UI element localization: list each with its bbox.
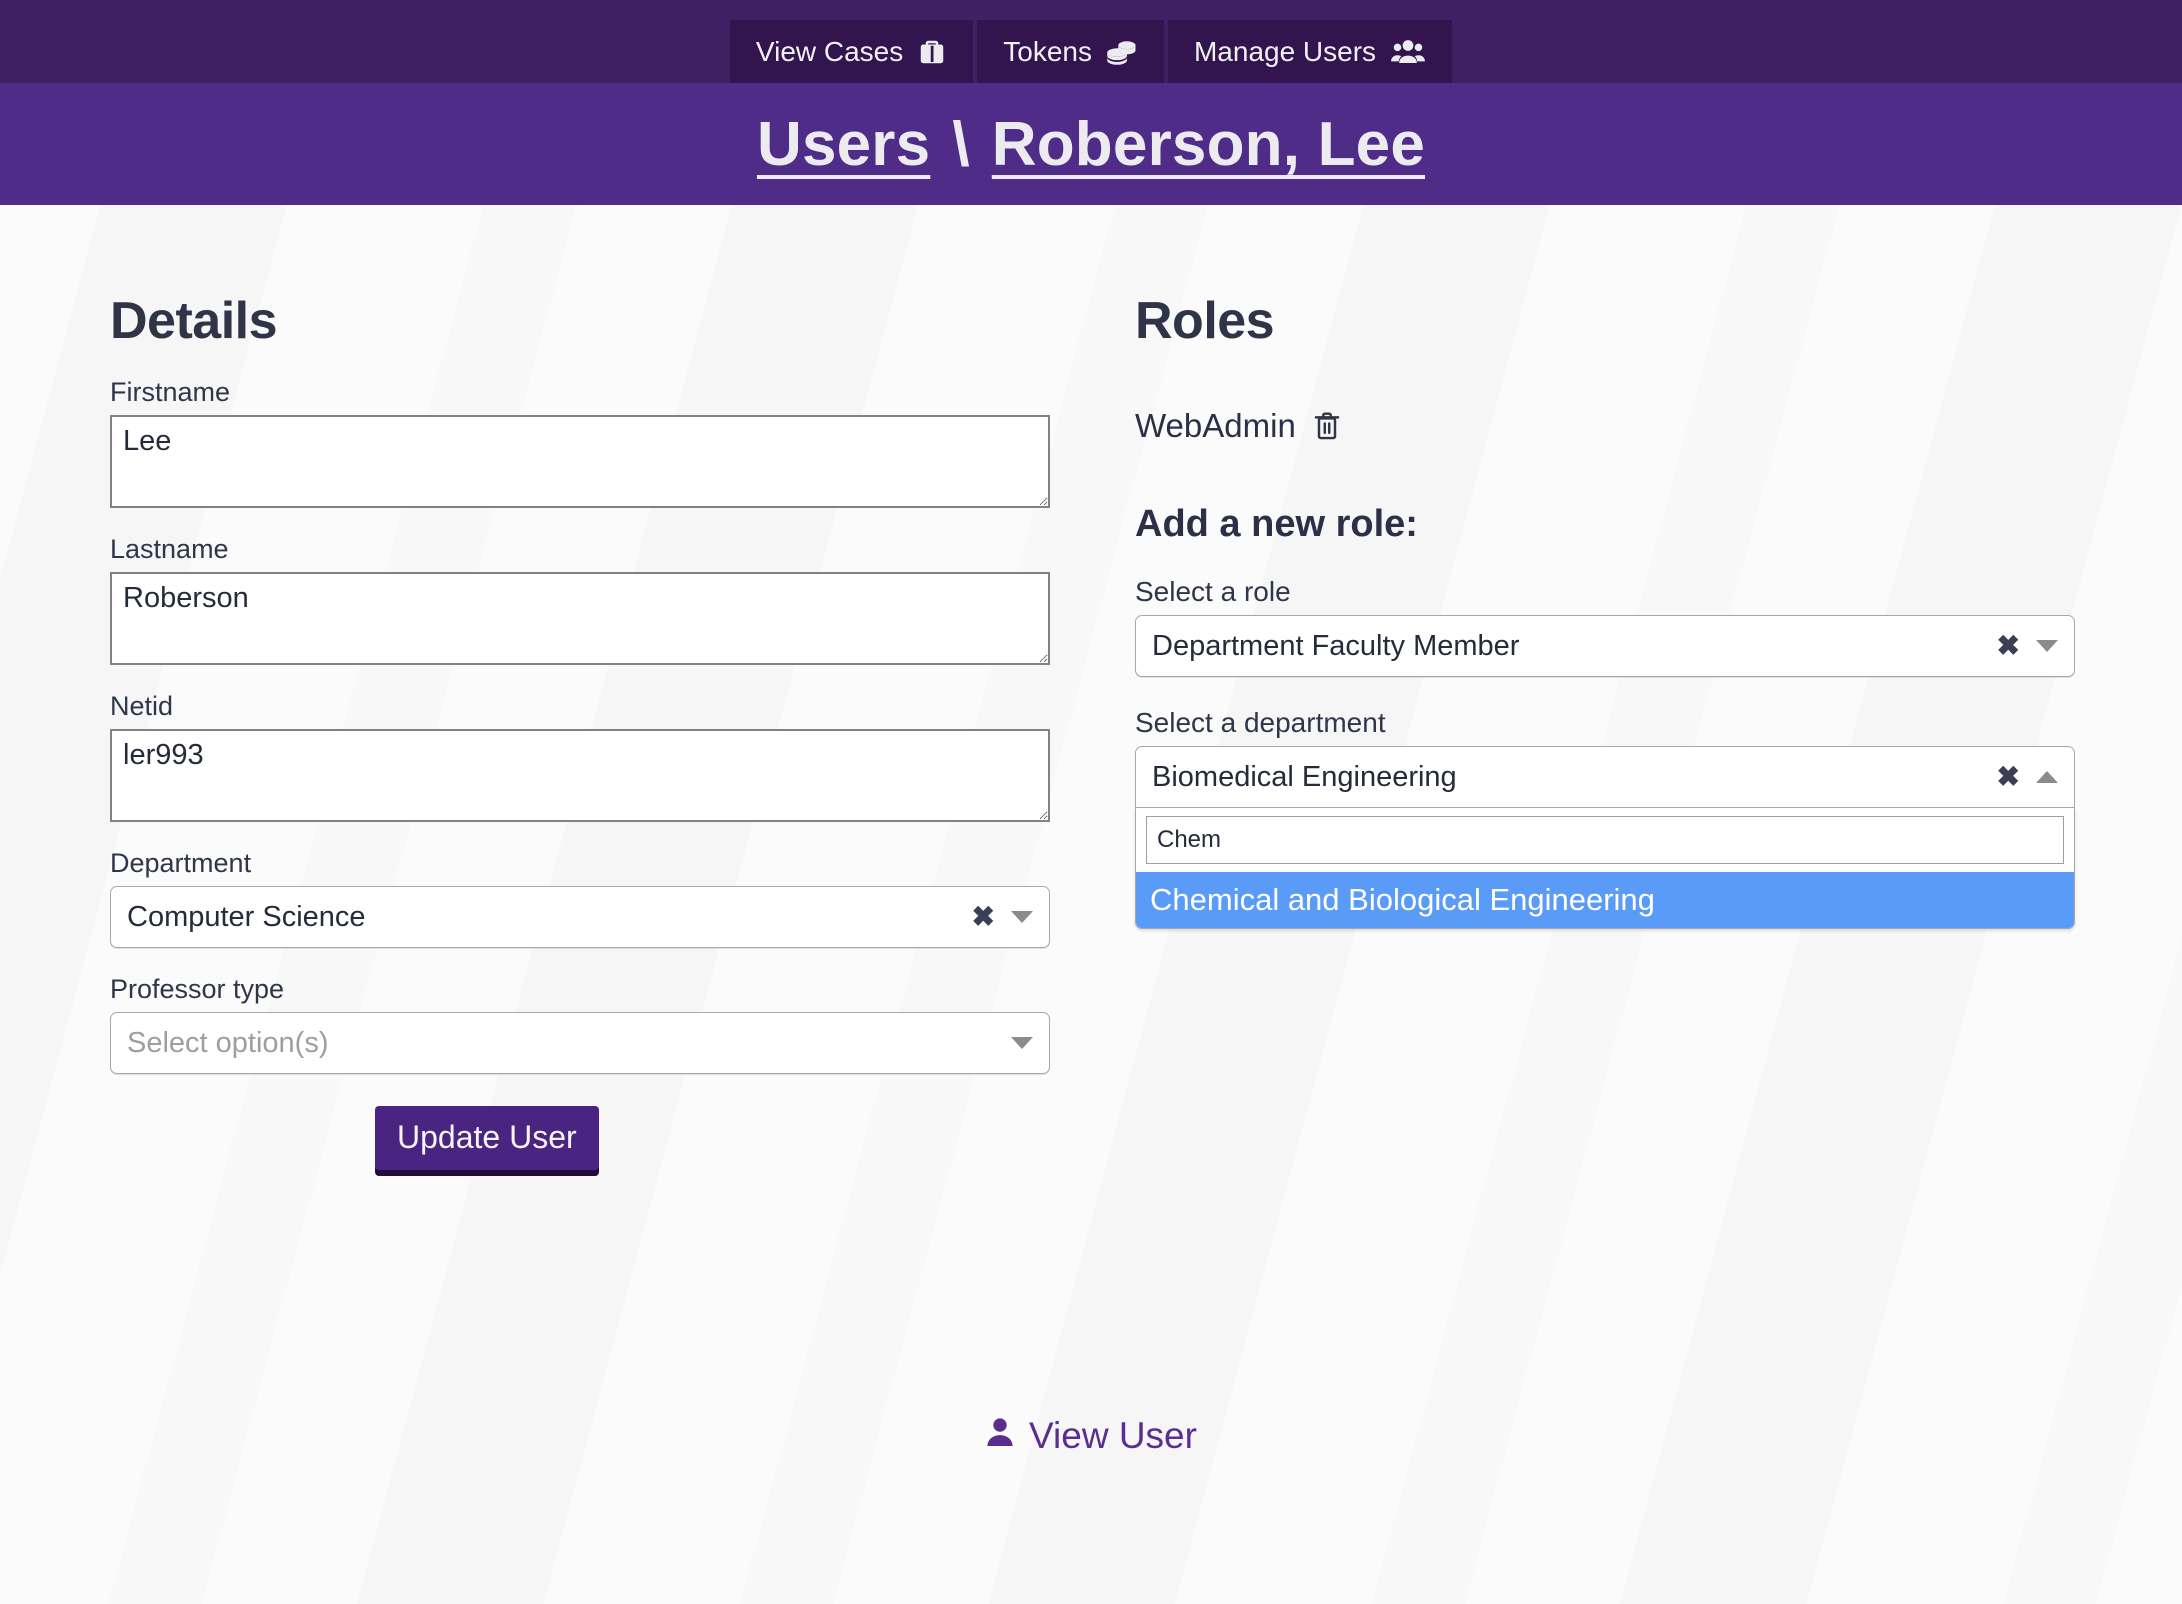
lastname-label: Lastname — [110, 534, 1050, 565]
department-label: Department — [110, 848, 1050, 879]
nav-item-tokens[interactable]: Tokens — [977, 20, 1164, 83]
add-new-role-heading: Add a new role: — [1135, 503, 2090, 546]
professor-type-label: Professor type — [110, 974, 1050, 1005]
breadcrumb-link-current-user[interactable]: Roberson, Lee — [992, 109, 1425, 180]
breadcrumb-separator: \ — [952, 109, 969, 180]
role-clear-icon[interactable]: ✖ — [1997, 632, 2020, 660]
professor-type-placeholder: Select option(s) — [127, 1027, 1011, 1060]
nav-tokens-label: Tokens — [1003, 38, 1092, 66]
top-navigation-bar: View Cases Tokens Manage Users — [0, 0, 2182, 83]
department-search-input[interactable] — [1146, 816, 2064, 864]
person-icon — [985, 1415, 1015, 1457]
view-user-footer: View User — [0, 1415, 2182, 1457]
select-department-label: Select a department — [1135, 707, 2090, 739]
breadcrumb: Users \ Roberson, Lee — [757, 109, 1425, 180]
select-role-label: Select a role — [1135, 576, 2090, 608]
roles-panel: Roles WebAdmin Add a new role: Select a … — [1050, 265, 2090, 1170]
field-professor-type: Professor type Select option(s) — [110, 974, 1050, 1074]
main-content: Details Firstname Lastname Netid Departm… — [0, 205, 2182, 1170]
role-department-select-value: Biomedical Engineering — [1152, 761, 1997, 794]
field-firstname: Firstname — [110, 377, 1050, 508]
chevron-up-icon[interactable] — [2036, 771, 2058, 783]
role-department-select[interactable]: Biomedical Engineering ✖ — [1135, 746, 2075, 808]
chevron-down-icon[interactable] — [1011, 1037, 1033, 1049]
department-option-chemical-and-biological-engineering[interactable]: Chemical and Biological Engineering — [1136, 872, 2074, 928]
users-group-icon — [1390, 38, 1426, 66]
firstname-label: Firstname — [110, 377, 1050, 408]
field-netid: Netid — [110, 691, 1050, 822]
chevron-down-icon[interactable] — [1011, 911, 1033, 923]
chevron-down-icon[interactable] — [2036, 640, 2058, 652]
briefcase-icon — [917, 37, 947, 67]
page-header-band: Users \ Roberson, Lee — [0, 83, 2182, 205]
role-department-clear-icon[interactable]: ✖ — [1997, 763, 2020, 791]
professor-type-select[interactable]: Select option(s) — [110, 1012, 1050, 1074]
netid-label: Netid — [110, 691, 1050, 722]
breadcrumb-link-users[interactable]: Users — [757, 109, 930, 180]
trash-icon[interactable] — [1312, 410, 1342, 442]
nav-manage-users-label: Manage Users — [1194, 38, 1376, 66]
department-select-value: Computer Science — [127, 901, 972, 934]
department-clear-icon[interactable]: ✖ — [972, 903, 995, 931]
role-select[interactable]: Department Faculty Member ✖ — [1135, 615, 2075, 677]
details-panel: Details Firstname Lastname Netid Departm… — [0, 265, 1050, 1170]
update-user-button[interactable]: Update User — [375, 1106, 599, 1170]
view-user-link[interactable]: View User — [985, 1415, 1197, 1457]
nav-item-manage-users[interactable]: Manage Users — [1168, 20, 1452, 83]
role-name: WebAdmin — [1135, 407, 1296, 445]
role-select-value: Department Faculty Member — [1152, 630, 1997, 663]
coins-icon — [1106, 37, 1138, 67]
field-lastname: Lastname — [110, 534, 1050, 665]
view-user-label: View User — [1029, 1415, 1197, 1457]
field-department: Department Computer Science ✖ — [110, 848, 1050, 948]
details-heading: Details — [110, 291, 1050, 351]
netid-input[interactable] — [110, 729, 1050, 822]
department-select[interactable]: Computer Science ✖ — [110, 886, 1050, 948]
nav-view-cases-label: View Cases — [756, 38, 903, 66]
role-department-dropdown-panel: Chemical and Biological Engineering — [1135, 808, 2075, 929]
firstname-input[interactable] — [110, 415, 1050, 508]
role-list-item: WebAdmin — [1135, 407, 2090, 445]
lastname-input[interactable] — [110, 572, 1050, 665]
roles-heading: Roles — [1135, 291, 2090, 351]
nav-item-view-cases[interactable]: View Cases — [730, 20, 973, 83]
